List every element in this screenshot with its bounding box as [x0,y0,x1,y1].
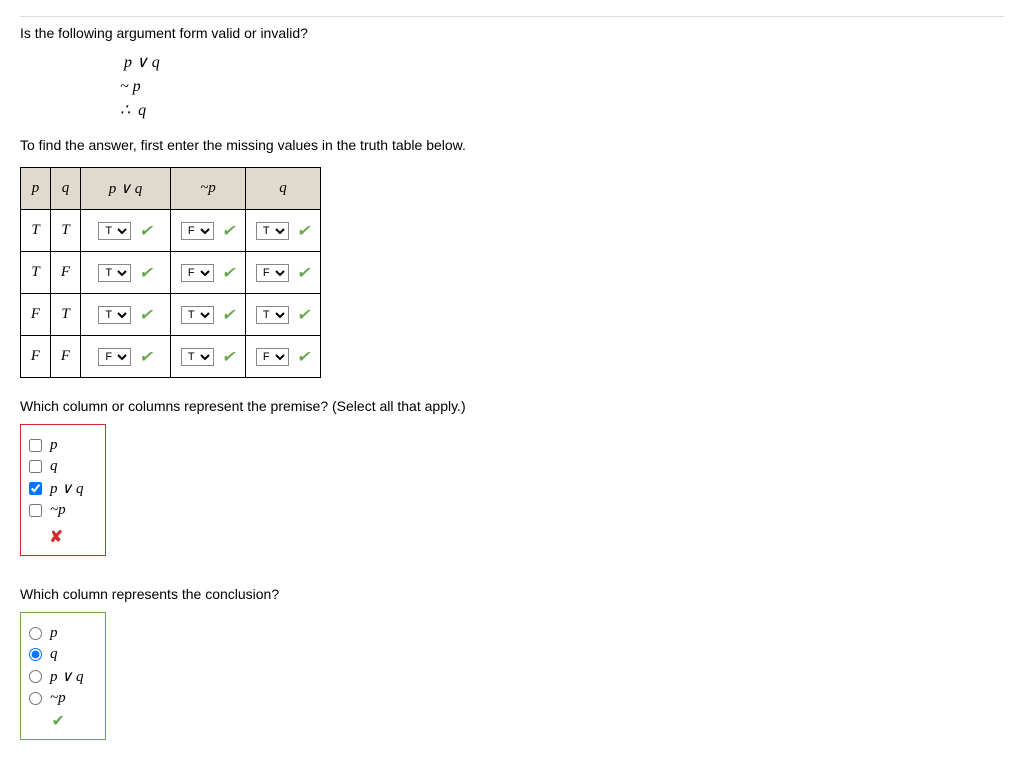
radio-conclusion-pvq[interactable] [29,670,42,683]
checkbox-premise-q[interactable] [29,460,42,473]
check-icon: ✔ [297,347,310,367]
header-pvq: p ∨ q [81,168,171,210]
cell-np: F ✔ [171,210,246,252]
cell-p: T [21,252,51,294]
cell-pvq: F ✔ [81,336,171,378]
cell-qc: T ✔ [246,294,321,336]
radio-conclusion-np[interactable] [29,692,42,705]
cross-icon: ✘ [50,527,63,547]
check-icon: ✔ [139,221,152,241]
select-qc-0[interactable]: T [256,222,289,240]
cell-p: F [21,336,51,378]
table-row: F T T ✔ T ✔ T ✔ [21,294,321,336]
check-icon: ✔ [222,263,235,283]
divider [20,16,1004,17]
check-icon: ✔ [297,221,310,241]
table-row: F F F ✔ T ✔ F ✔ [21,336,321,378]
truth-table: p q p ∨ q ~p q T T T ✔ F ✔ T ✔ T F T ✔ F… [20,167,321,378]
checkbox-premise-p[interactable] [29,439,42,452]
select-pvq-0[interactable]: T [98,222,131,240]
option-label: p ∨ q [50,479,83,498]
conclusion-question: Which column represents the conclusion? [20,586,1004,602]
checkbox-premise-pvq[interactable] [29,482,42,495]
cell-q: T [51,294,81,336]
check-icon: ✔ [297,305,310,325]
check-icon: ✔ [139,263,152,283]
check-icon: ✔ [222,347,235,367]
premise-question: Which column or columns represent the pr… [20,398,1004,414]
cell-np: T ✔ [171,294,246,336]
option-label: p [50,625,58,642]
cell-pvq: T ✔ [81,294,171,336]
check-icon: ✔ [222,221,235,241]
select-pvq-3[interactable]: F [98,348,131,366]
conclusion-options: p q p ∨ q ~p ✔ [20,612,106,740]
argument-line-3: ∴ q [120,99,1004,123]
cell-pvq: T ✔ [81,210,171,252]
select-qc-3[interactable]: F [256,348,289,366]
option-label: ~p [50,690,66,707]
select-np-1[interactable]: F [181,264,214,282]
option-label: p ∨ q [50,667,83,686]
check-icon: ✔ [139,347,152,367]
check-icon: ✔ [222,305,235,325]
question-text: Is the following argument form valid or … [20,25,1004,41]
check-icon: ✔ [297,263,310,283]
cell-q: F [51,336,81,378]
cell-p: T [21,210,51,252]
select-qc-1[interactable]: F [256,264,289,282]
select-pvq-1[interactable]: T [98,264,131,282]
select-np-3[interactable]: T [181,348,214,366]
cell-qc: F ✔ [246,252,321,294]
select-np-2[interactable]: T [181,306,214,324]
cell-qc: T ✔ [246,210,321,252]
header-qc: q [246,168,321,210]
radio-conclusion-q[interactable] [29,648,42,661]
select-pvq-2[interactable]: T [98,306,131,324]
option-label: ~p [50,502,66,519]
argument-line-2: ~ p [120,75,1004,99]
checkbox-premise-np[interactable] [29,504,42,517]
premise-options: p q p ∨ q ~p ✘ [20,424,106,556]
table-row: T T T ✔ F ✔ T ✔ [21,210,321,252]
cell-np: T ✔ [171,336,246,378]
header-p: p [21,168,51,210]
option-label: q [50,458,58,475]
instruction-text: To find the answer, first enter the miss… [20,137,1004,153]
header-q: q [51,168,81,210]
select-qc-2[interactable]: T [256,306,289,324]
cell-np: F ✔ [171,252,246,294]
cell-p: F [21,294,51,336]
cell-pvq: T ✔ [81,252,171,294]
option-label: q [50,646,58,663]
header-np: ~p [171,168,246,210]
cell-q: T [51,210,81,252]
cell-qc: F ✔ [246,336,321,378]
table-row: T F T ✔ F ✔ F ✔ [21,252,321,294]
radio-conclusion-p[interactable] [29,627,42,640]
argument-form: p ∨ q ~ p ∴ q [120,51,1004,123]
option-label: p [50,437,58,454]
argument-line-1: p ∨ q [120,51,1004,75]
select-np-0[interactable]: F [181,222,214,240]
check-icon: ✔ [139,305,152,325]
cell-q: F [51,252,81,294]
check-icon: ✔ [52,711,65,731]
